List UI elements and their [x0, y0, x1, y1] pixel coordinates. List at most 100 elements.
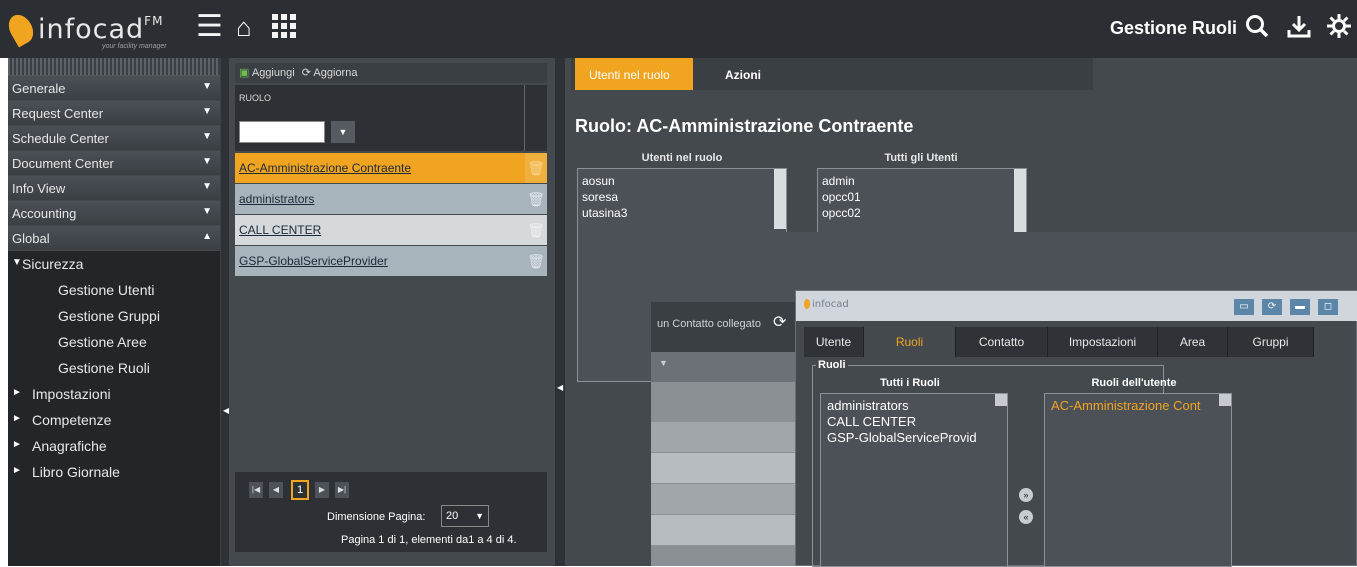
roles-filter-row: ▼	[235, 111, 547, 151]
tab-area[interactable]: Area	[1158, 327, 1228, 357]
all-roles-list[interactable]: administrators CALL CENTER GSP-GlobalSer…	[820, 393, 1008, 567]
infocad-logo[interactable]: infocadFM your facility manager	[3, 10, 190, 50]
table-row[interactable]: GSP-GlobalServiceProvider 🗑	[235, 246, 547, 276]
menu-section-schedule-center[interactable]: Schedule Center ▼	[8, 126, 220, 151]
list-item[interactable]: utasina3	[582, 205, 782, 221]
overlay-filter-row: ▼	[651, 352, 801, 382]
role-name[interactable]: AC-Amministrazione Contraente	[239, 161, 411, 175]
tree-item-sicurezza[interactable]: ▼ Sicurezza	[8, 251, 220, 277]
trash-icon[interactable]: 🗑	[525, 215, 547, 245]
role-name[interactable]: GSP-GlobalServiceProvider	[239, 254, 388, 268]
prev-page-icon[interactable]: ◀	[269, 482, 283, 498]
tree-item-libro-giornale[interactable]: ► Libro Giornale	[8, 459, 220, 485]
trash-icon[interactable]: 🗑	[525, 184, 547, 214]
list-item[interactable]: administrators	[827, 398, 1001, 414]
trash-icon[interactable]: 🗑	[525, 153, 547, 183]
download-icon[interactable]	[1286, 13, 1312, 44]
role-title: Ruolo: AC-Amministrazione Contraente	[575, 116, 914, 136]
tab-azioni[interactable]: Azioni	[711, 58, 775, 90]
tree-item-label: Gestione Utenti	[58, 282, 155, 298]
role-filter-input[interactable]	[239, 121, 325, 143]
menu-section-label: Schedule Center	[12, 131, 109, 146]
scrollbar[interactable]	[1219, 394, 1231, 406]
tab-utenti-nel-ruolo[interactable]: Utenti nel ruolo	[575, 58, 693, 90]
menu-section-accounting[interactable]: Accounting ▼	[8, 201, 220, 226]
search-icon[interactable]	[1244, 13, 1270, 44]
tab-contatto[interactable]: Contatto	[956, 327, 1048, 357]
scrollbar[interactable]	[1014, 169, 1026, 233]
collapse-left-icon[interactable]: ◀	[557, 383, 563, 392]
tab-gruppi[interactable]: Gruppi	[1228, 327, 1314, 357]
refresh-icon[interactable]: ⟳	[773, 312, 786, 332]
tree-item-competenze[interactable]: ► Competenze	[8, 407, 220, 433]
menu-collapse-strip[interactable]	[8, 58, 220, 76]
menu-section-global[interactable]: Global ▲	[8, 226, 220, 251]
role-name[interactable]: administrators	[239, 192, 314, 206]
minimize-window-icon[interactable]: ▬	[1290, 299, 1310, 315]
tab-utente[interactable]: Utente	[804, 327, 864, 357]
list-item[interactable]: aosun	[582, 173, 782, 189]
left-splitter[interactable]: ◀	[220, 58, 229, 566]
trash-icon[interactable]: 🗑	[525, 246, 547, 276]
grid-icon[interactable]	[270, 12, 298, 46]
table-row[interactable]: AC-Amministrazione Contraente 🗑	[235, 153, 547, 183]
middle-splitter[interactable]: ◀	[555, 58, 565, 566]
tab-label: Gruppi	[1252, 335, 1289, 349]
add-document-icon: ▣	[239, 67, 250, 79]
table-row[interactable]: CALL CENTER 🗑	[235, 215, 547, 245]
chevron-down-icon: ▼	[202, 106, 212, 117]
list-item[interactable]: CALL CENTER	[827, 414, 1001, 430]
last-page-icon[interactable]: ▶|	[335, 482, 349, 498]
first-page-icon[interactable]: |◀	[249, 482, 263, 498]
dialog-tabs: Utente Ruoli Contatto Impostazioni Area …	[804, 327, 1314, 357]
chevron-down-icon: ▼	[202, 181, 212, 192]
all-users-list[interactable]: admin opcc01 opcc02	[817, 168, 1027, 234]
list-item[interactable]: AC-Amministrazione Cont	[1051, 398, 1225, 414]
restore-window-icon[interactable]: ▭	[1234, 299, 1254, 315]
list-item[interactable]: admin	[822, 173, 1022, 189]
gear-icon[interactable]	[1326, 13, 1352, 44]
menu-section-info-view[interactable]: Info View ▼	[8, 176, 220, 201]
role-name[interactable]: CALL CENTER	[239, 223, 321, 237]
list-item[interactable]: opcc02	[822, 205, 1022, 221]
list-item[interactable]: GSP-GlobalServiceProvid	[827, 430, 1001, 446]
menu-section-label: Generale	[12, 81, 66, 96]
tab-impostazioni[interactable]: Impostazioni	[1048, 327, 1158, 357]
list-item[interactable]: soresa	[582, 189, 782, 205]
filter-icon[interactable]: ▼	[331, 121, 355, 143]
table-row[interactable]: administrators 🗑	[235, 184, 547, 214]
hamburger-icon[interactable]: ☰	[196, 12, 223, 42]
roles-column-header[interactable]: RUOLO	[235, 85, 547, 111]
tree-item-gestione-aree[interactable]: Gestione Aree	[8, 329, 220, 355]
add-role-button[interactable]: ▣ Aggiungi	[239, 67, 295, 79]
tree-item-anagrafiche[interactable]: ► Anagrafiche	[8, 433, 220, 459]
filter-icon[interactable]: ▼	[659, 358, 668, 368]
tree-item-gestione-utenti[interactable]: Gestione Utenti	[8, 277, 220, 303]
tree-item-label: Gestione Ruoli	[58, 360, 150, 376]
detail-tabs: Utenti nel ruolo Azioni	[571, 58, 1093, 90]
menu-section-generale[interactable]: Generale ▼	[8, 76, 220, 101]
users-in-role-label: Utenti nel ruolo	[641, 152, 723, 164]
menu-section-document-center[interactable]: Document Center ▼	[8, 151, 220, 176]
home-icon[interactable]: ⌂	[236, 12, 252, 42]
dialog-titlebar[interactable]: infocad ▭ ⟳ ▬ ◻	[796, 291, 1357, 321]
refresh-window-icon[interactable]: ⟳	[1262, 299, 1282, 315]
user-roles-list[interactable]: AC-Amministrazione Cont	[1044, 393, 1232, 567]
current-page-button[interactable]: 1	[291, 480, 309, 500]
tree-item-label: Gestione Gruppi	[58, 308, 160, 324]
scrollbar[interactable]	[774, 169, 786, 229]
menu-section-request-center[interactable]: Request Center ▼	[8, 101, 220, 126]
next-page-icon[interactable]: ▶	[315, 482, 329, 498]
move-right-icon[interactable]: »	[1019, 488, 1033, 502]
tree-item-gestione-gruppi[interactable]: Gestione Gruppi	[8, 303, 220, 329]
move-left-icon[interactable]: «	[1019, 510, 1033, 524]
tree-item-gestione-ruoli[interactable]: Gestione Ruoli	[8, 355, 220, 381]
tab-ruoli[interactable]: Ruoli	[864, 327, 956, 357]
scrollbar[interactable]	[995, 394, 1007, 406]
tree-item-impostazioni[interactable]: ► Impostazioni	[8, 381, 220, 407]
refresh-roles-button[interactable]: ⟳ Aggiorna	[302, 67, 358, 79]
maximize-window-icon[interactable]: ◻	[1318, 299, 1338, 315]
page-size-value: 20	[446, 510, 459, 522]
page-size-select[interactable]: 20 ▼	[441, 505, 489, 527]
list-item[interactable]: opcc01	[822, 189, 1022, 205]
